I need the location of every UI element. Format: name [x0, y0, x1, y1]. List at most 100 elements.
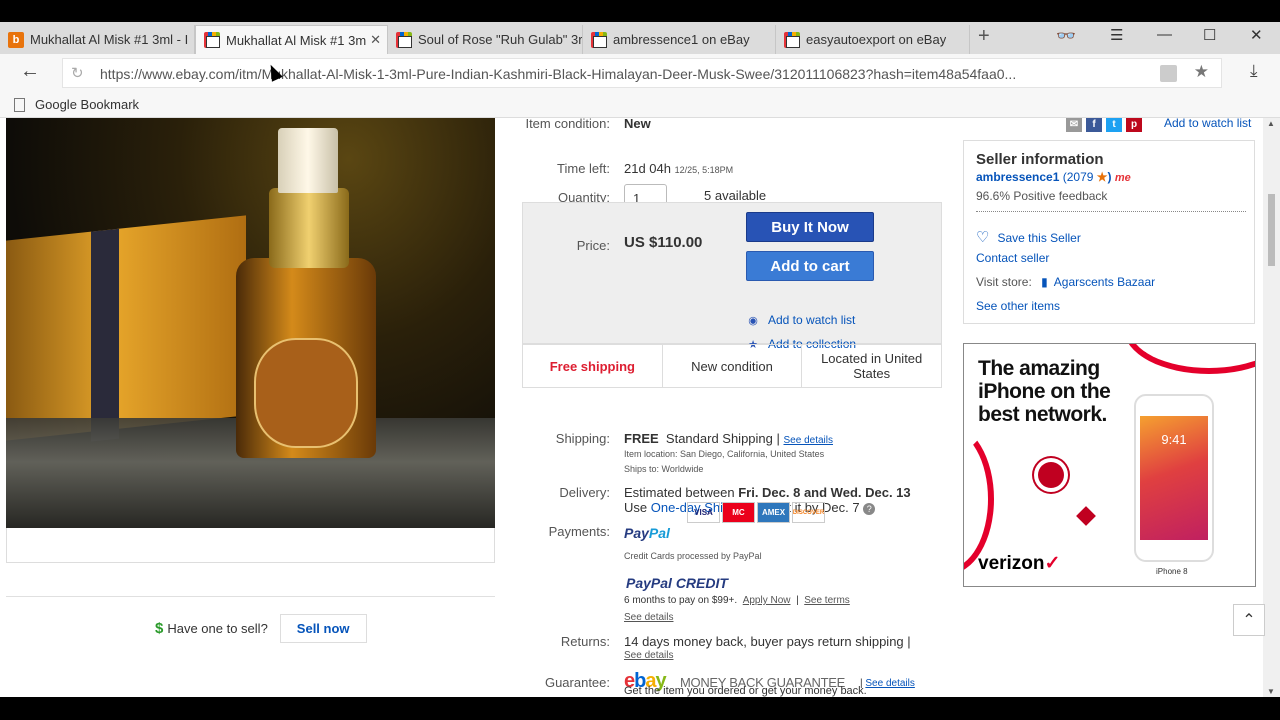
payments-see-details-link[interactable]: See details — [624, 612, 673, 623]
minimize-icon[interactable]: — — [1157, 26, 1172, 43]
condition-label: Item condition: — [525, 118, 610, 131]
twitter-icon[interactable]: t — [1106, 118, 1122, 132]
visa-icon: VISA — [687, 502, 720, 523]
browser-window: b Mukhallat Al Misk #1 3ml - I Mukhallat… — [0, 22, 1280, 697]
scroll-up-icon[interactable]: ▲ — [1267, 119, 1275, 128]
tab-1[interactable]: b Mukhallat Al Misk #1 3ml - I — [0, 25, 195, 54]
bookmark-item[interactable]: Google Bookmark — [14, 97, 139, 112]
maximize-icon[interactable]: ☐ — [1203, 26, 1216, 44]
download-icon[interactable]: ⤓ — [1250, 61, 1258, 81]
tab-3[interactable]: Soul of Rose "Ruh Gulab" 3r — [388, 25, 583, 54]
price-label: Price: — [576, 238, 610, 253]
shipping-value: FREE Standard Shipping | See details — [624, 431, 833, 446]
see-terms-link[interactable]: See terms — [804, 595, 850, 606]
ebay-favicon — [784, 31, 800, 48]
me-icon[interactable]: me — [1115, 172, 1131, 184]
share-icons: ✉ f t p — [1066, 118, 1142, 132]
seller-name[interactable]: ambressence1 — [976, 170, 1059, 184]
verizon-ad[interactable]: The amazing iPhone on the best network. … — [963, 343, 1256, 587]
menu-icon[interactable]: ☰ — [1110, 26, 1123, 44]
positive-feedback: 96.6% Positive feedback — [976, 189, 1108, 203]
product-image[interactable] — [6, 118, 495, 528]
glasses-icon[interactable]: 👓 — [1056, 26, 1076, 46]
store-link[interactable]: Agarscents Bazaar — [1054, 275, 1155, 289]
time-left-label: Time left: — [557, 161, 610, 176]
scrollbar-thumb[interactable] — [1268, 194, 1275, 266]
star-icon[interactable]: ★ — [1194, 62, 1209, 82]
url-text[interactable]: https://www.ebay.com/itm/Mukhallat-Al-Mi… — [100, 66, 1016, 82]
seller-heading: Seller information — [976, 151, 1104, 168]
feedback-score[interactable]: (2079 — [1063, 170, 1094, 184]
ornament-icon — [1038, 462, 1064, 488]
tab-title: ambressence1 on eBay — [613, 32, 750, 47]
ebay-favicon — [396, 31, 412, 48]
scroll-down-icon[interactable]: ▼ — [1267, 687, 1275, 696]
chevron-up-icon: ⌃ — [1242, 612, 1256, 629]
paypal-logo-a: Pay — [624, 525, 649, 541]
save-seller-label: Save this Seller — [997, 231, 1081, 245]
close-window-icon[interactable]: ✕ — [1250, 26, 1263, 44]
price-box — [522, 202, 942, 344]
tab-strip: b Mukhallat Al Misk #1 3ml - I Mukhallat… — [0, 22, 1280, 54]
see-other-items-link[interactable]: See other items — [976, 299, 1060, 313]
add-to-cart-button[interactable]: Add to cart — [746, 251, 874, 281]
guarantee-see-details-link[interactable]: See details — [865, 678, 914, 689]
condition-value: New — [624, 118, 651, 131]
tab-title: Mukhallat Al Misk #1 3ml — [226, 32, 366, 48]
free-shipping-badge: Free shipping — [523, 345, 663, 387]
add-to-watch-list-link[interactable]: ◉ Add to watch list — [747, 313, 855, 327]
verizon-logo: verizon✓ — [978, 552, 1060, 575]
sell-now-button[interactable]: Sell now — [279, 614, 367, 643]
ebay-favicon — [591, 31, 607, 48]
new-tab-button[interactable]: + — [978, 25, 990, 48]
top-add-to-watch-list-link[interactable]: Add to watch list — [1164, 118, 1251, 130]
back-arrow-icon[interactable]: ← — [20, 60, 40, 83]
delivery-dates: Fri. Dec. 8 and Wed. Dec. 13 — [738, 485, 911, 500]
link-label: Add to watch list — [768, 313, 856, 327]
credit-terms: 6 months to pay on $99+. — [624, 595, 738, 606]
sell-prompt: $ Have one to sell? Sell now — [155, 614, 367, 643]
reload-icon[interactable]: ↻ — [71, 64, 84, 82]
tab-5[interactable]: easyautoexport on eBay — [776, 25, 970, 54]
address-bar[interactable]: ↻ https://www.ebay.com/itm/Mukhallat-Al-… — [62, 58, 1222, 88]
returns-label: Returns: — [560, 634, 610, 649]
scrollbar[interactable]: ▲ ▼ — [1263, 118, 1280, 697]
close-tab-icon[interactable]: ✕ — [370, 32, 381, 48]
visit-store-line: Visit store: ▮ Agarscents Bazaar — [976, 275, 1155, 289]
reader-icon[interactable] — [1160, 65, 1177, 82]
shipping-see-details-link[interactable]: See details — [784, 435, 833, 446]
tab-2-active[interactable]: Mukhallat Al Misk #1 3ml ✕ — [195, 25, 388, 54]
returns-see-details-link[interactable]: See details — [624, 650, 673, 661]
facebook-icon[interactable]: f — [1086, 118, 1102, 132]
save-seller-link[interactable]: ♡ Save this Seller — [976, 228, 1081, 246]
contact-seller-link[interactable]: Contact seller — [976, 251, 1049, 265]
buy-it-now-button[interactable]: Buy It Now — [746, 212, 874, 242]
divider — [6, 596, 495, 597]
visit-store-label: Visit store: — [976, 275, 1032, 289]
mastercard-icon: MC — [722, 502, 755, 523]
apply-now-link[interactable]: Apply Now — [743, 595, 791, 606]
item-location: Item location: San Diego, California, Un… — [624, 449, 825, 459]
new-condition-badge: New condition — [663, 345, 803, 387]
pinterest-icon[interactable]: p — [1126, 118, 1142, 132]
help-icon[interactable]: ? — [863, 503, 876, 515]
delivery-label: Delivery: — [559, 485, 610, 500]
ships-to: Ships to: Worldwide — [624, 464, 704, 474]
email-icon[interactable]: ✉ — [1066, 118, 1082, 132]
tab-4[interactable]: ambressence1 on eBay — [583, 25, 776, 54]
ad-decoration — [1124, 344, 1255, 374]
guarantee-text: Get the item you ordered or get your mon… — [624, 685, 867, 697]
store-icon: ▮ — [1041, 275, 1048, 289]
use-text: Use — [624, 500, 648, 515]
ebay-favicon-orange: b — [8, 31, 24, 48]
seller-info-panel: Seller information ambressence1 (2079 ★)… — [963, 140, 1255, 324]
image-caption-area — [6, 528, 495, 563]
card-logos: VISA MC AMEX DISCOVER — [687, 502, 825, 523]
box-band — [91, 228, 119, 442]
tab-title: Mukhallat Al Misk #1 3ml - I — [30, 32, 189, 47]
perfume-box — [6, 215, 246, 442]
time-left-value: 21d 04h 12/25, 5:18PM — [624, 161, 733, 176]
back-to-top-button[interactable]: ⌃ — [1233, 604, 1265, 636]
dollar-icon: $ — [155, 620, 164, 637]
dotted-divider — [976, 211, 1246, 212]
